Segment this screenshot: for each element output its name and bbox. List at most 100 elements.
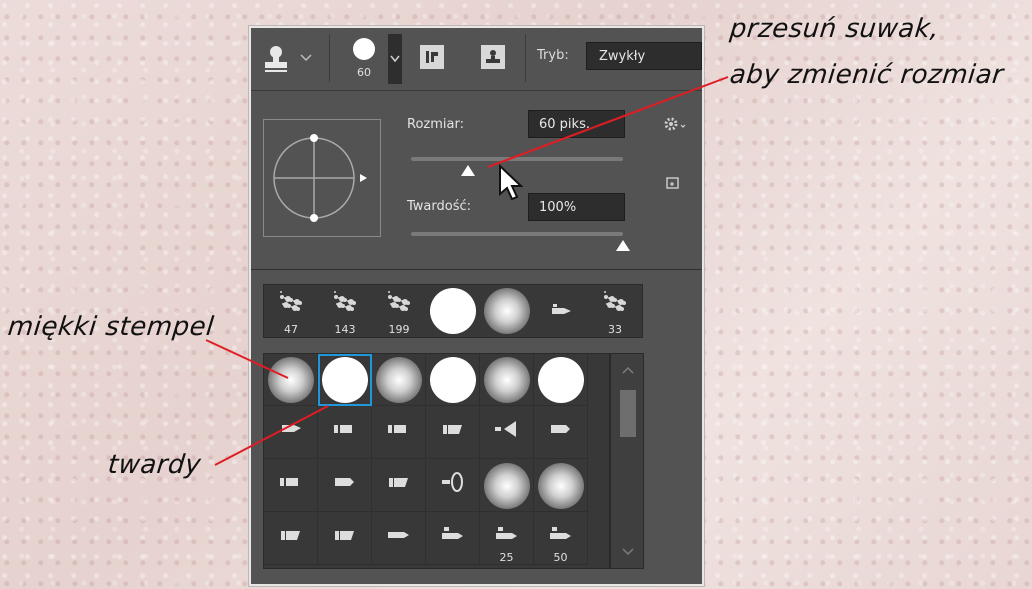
annotation-slider-line2: aby zmienić rozmiar <box>728 60 1006 90</box>
brush-tip-shape-icon <box>388 532 409 538</box>
mode-select[interactable]: Zwykły <box>586 42 702 70</box>
brush-tip-shape-icon <box>335 478 354 486</box>
recent-preset-6[interactable] <box>536 286 586 336</box>
size-slider-thumb[interactable] <box>461 165 476 176</box>
hard-round-brush-icon <box>322 357 368 403</box>
recent-presets-row: 47 143 199 33 <box>263 284 643 338</box>
brush-preset-r1c5[interactable] <box>480 354 534 406</box>
brush-preset-r1c3[interactable] <box>372 354 426 406</box>
recent-preset-size: 33 <box>608 323 622 336</box>
brush-preset-r2c3[interactable] <box>372 407 426 459</box>
brush-picker[interactable]: 60 <box>347 34 385 84</box>
preset-size-label: 50 <box>553 551 568 564</box>
brush-tip-shape-icon <box>280 478 298 486</box>
brush-preset-r3c2[interactable] <box>318 460 372 512</box>
hard-round-brush-icon <box>430 357 476 403</box>
brush-tip-shape-icon <box>442 527 463 539</box>
brush-preset-r3c3[interactable] <box>372 460 426 512</box>
brush-options-gear-icon[interactable] <box>662 115 688 133</box>
presets-scrollbar[interactable] <box>610 353 644 569</box>
soft-round-brush-icon <box>484 288 530 334</box>
brush-preset-r4c3[interactable] <box>372 513 426 565</box>
toggle-clone-source-button[interactable] <box>481 45 505 69</box>
splatter-brush-icon <box>334 291 356 311</box>
brush-panel: 60 Tryb: Zwykły Rozmiar: 60 piks. Twardo… <box>251 28 702 584</box>
scroll-thumb[interactable] <box>620 390 636 437</box>
brush-tip-shape-icon <box>496 527 517 539</box>
brush-angle-preview[interactable] <box>263 119 381 237</box>
brush-preset-r4c2[interactable] <box>318 513 372 565</box>
brush-tip-shape-icon <box>550 527 571 539</box>
brush-preset-r2c1[interactable] <box>264 407 318 459</box>
preset-size-label: 25 <box>499 551 514 564</box>
hard-round-brush-icon <box>430 288 476 334</box>
brush-preset-r3c4[interactable] <box>426 460 480 512</box>
clone-stamp-tool-icon[interactable] <box>259 42 293 76</box>
options-toolbar: 60 Tryb: Zwykły <box>251 28 702 91</box>
brush-tip-shape-icon <box>551 425 570 433</box>
soft-round-brush-icon <box>484 357 530 403</box>
bristle-tip-icon <box>552 304 571 314</box>
annotation-hard-brush: twardy <box>106 450 203 480</box>
brush-options-section: Rozmiar: 60 piks. Twardość: 100% <box>251 91 702 270</box>
brush-presets-grid: 25 50 <box>263 353 610 569</box>
brush-preset-r4c1[interactable] <box>264 513 318 565</box>
brush-tip-shape-icon <box>442 472 463 492</box>
recent-preset-5[interactable] <box>482 286 532 336</box>
annotation-soft-brush: miękki stempel <box>6 312 216 342</box>
brush-preset-r2c6[interactable] <box>534 407 588 459</box>
hard-round-brush-icon <box>538 357 584 403</box>
brush-preset-r1c4[interactable] <box>426 354 480 406</box>
brush-preset-r1c1[interactable] <box>264 354 318 406</box>
brush-tip-shape-icon <box>443 425 462 434</box>
brush-preset-r4c6[interactable]: 50 <box>534 513 588 565</box>
recent-preset-4[interactable] <box>428 286 478 336</box>
brush-tip-icon <box>353 38 375 60</box>
brush-preset-r3c5[interactable] <box>480 460 534 512</box>
brush-tip-shape-icon <box>389 478 408 487</box>
mode-label: Tryb: <box>537 48 569 63</box>
brush-preset-r2c4[interactable] <box>426 407 480 459</box>
new-brush-preset-icon[interactable] <box>665 175 681 191</box>
scroll-up-icon[interactable] <box>611 360 645 380</box>
size-field[interactable]: 60 piks. <box>528 110 625 138</box>
scroll-down-icon[interactable] <box>611 542 645 562</box>
brush-size-readout: 60 <box>357 66 371 79</box>
soft-round-brush-icon <box>484 463 530 509</box>
soft-round-brush-icon <box>538 463 584 509</box>
tool-preset-chevron-icon[interactable] <box>299 50 313 64</box>
size-label: Rozmiar: <box>407 117 464 132</box>
brush-preset-r2c5[interactable] <box>480 407 534 459</box>
brush-preset-r3c1[interactable] <box>264 460 318 512</box>
recent-preset-2[interactable]: 143 <box>320 286 370 336</box>
splatter-brush-icon <box>280 291 302 311</box>
hardness-slider-thumb[interactable] <box>616 240 630 251</box>
brush-preset-r2c2[interactable] <box>318 407 372 459</box>
recent-preset-3[interactable]: 199 <box>374 286 424 336</box>
brush-tip-shape-icon <box>281 531 300 540</box>
mouse-cursor-icon <box>498 163 524 202</box>
splatter-brush-icon <box>388 291 410 311</box>
brush-picker-dropdown[interactable] <box>388 34 402 84</box>
soft-round-brush-icon <box>268 357 314 403</box>
recent-preset-7[interactable]: 33 <box>590 286 640 336</box>
hardness-field[interactable]: 100% <box>528 193 625 221</box>
soft-round-brush-icon <box>376 357 422 403</box>
recent-preset-1[interactable]: 47 <box>266 286 316 336</box>
brush-preset-r1c2[interactable] <box>318 354 372 406</box>
brush-tip-shape-icon <box>495 421 516 437</box>
brush-preset-r4c5[interactable]: 25 <box>480 513 534 565</box>
toggle-brush-panel-button[interactable] <box>420 45 444 69</box>
brush-tip-shape-icon <box>334 425 352 433</box>
hardness-label: Twardość: <box>407 199 472 214</box>
hardness-slider-track[interactable] <box>411 232 623 236</box>
recent-preset-size: 199 <box>388 323 410 336</box>
brush-tip-shape-icon <box>282 425 301 432</box>
brush-tip-shape-icon <box>388 425 406 433</box>
recent-preset-size: 143 <box>334 323 356 336</box>
brush-preset-r4c4[interactable] <box>426 513 480 565</box>
brush-tip-shape-icon <box>335 531 354 540</box>
size-slider-track[interactable] <box>411 157 623 161</box>
brush-preset-r1c6[interactable] <box>534 354 588 406</box>
brush-preset-r3c6[interactable] <box>534 460 588 512</box>
